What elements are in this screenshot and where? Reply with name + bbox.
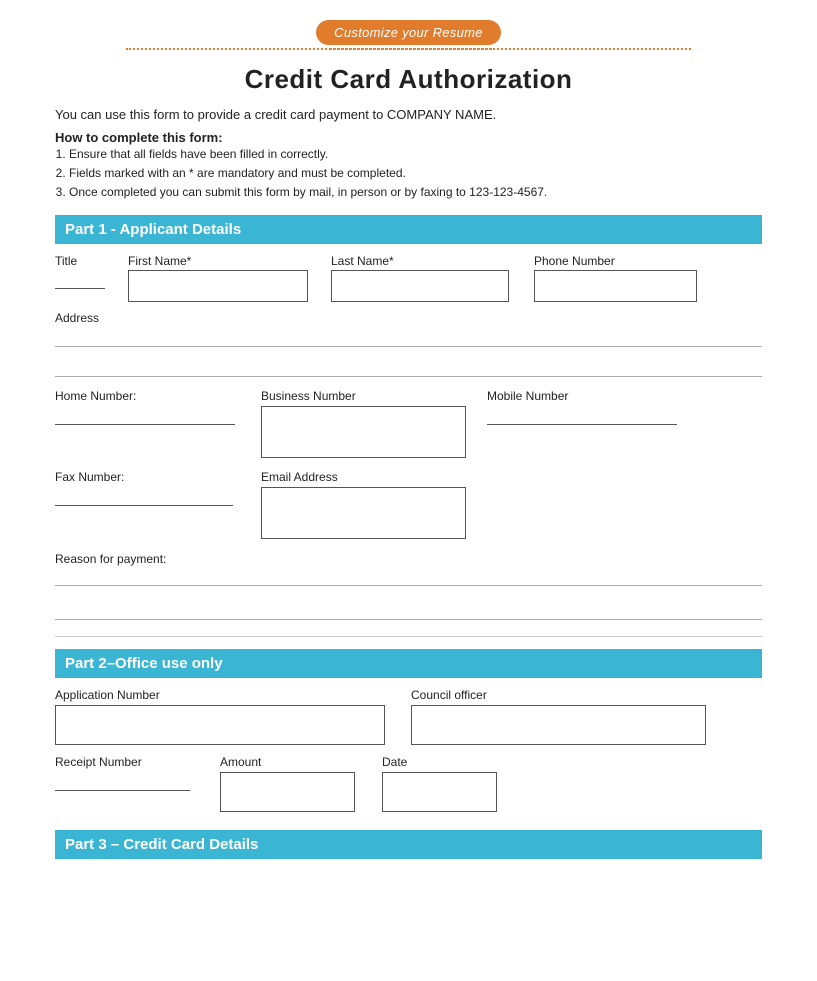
fax-label: Fax Number: <box>55 470 245 484</box>
name-row: Title First Name* Last Name* Phone Numbe… <box>55 254 762 302</box>
lastname-input[interactable] <box>331 270 509 302</box>
fax-input[interactable] <box>55 487 233 506</box>
home-label: Home Number: <box>55 389 245 403</box>
address-area: Address <box>55 310 762 377</box>
amount-input[interactable] <box>220 772 355 812</box>
receipt-input[interactable] <box>55 772 190 791</box>
business-input[interactable] <box>261 406 466 458</box>
title-input[interactable] <box>55 270 105 289</box>
page: Customize your Resume Credit Card Author… <box>0 0 817 981</box>
how-to-step-2: Fields marked with an * are mandatory an… <box>69 164 762 183</box>
phone-input[interactable] <box>534 270 697 302</box>
part3-header: Part 3 – Credit Card Details <box>55 830 762 859</box>
receipt-label: Receipt Number <box>55 755 200 769</box>
phone-label: Phone Number <box>534 254 709 268</box>
address-lines <box>55 325 762 377</box>
amount-group: Amount <box>220 755 370 812</box>
appnum-label: Application Number <box>55 688 395 702</box>
council-input[interactable] <box>411 705 706 745</box>
appnum-group: Application Number <box>55 688 395 745</box>
how-to-list: Ensure that all fields have been filled … <box>69 145 762 203</box>
how-to-step-1: Ensure that all fields have been filled … <box>69 145 762 164</box>
mobile-group: Mobile Number <box>487 389 687 425</box>
part2-header: Part 2–Office use only <box>55 649 762 678</box>
customize-resume-button[interactable]: Customize your Resume <box>316 20 501 45</box>
receipt-group: Receipt Number <box>55 755 200 791</box>
business-group: Business Number <box>261 389 471 458</box>
home-input[interactable] <box>55 406 235 425</box>
part2-row1: Application Number Council officer <box>55 688 762 745</box>
part2-row2: Receipt Number Amount Date <box>55 755 762 812</box>
date-group: Date <box>382 755 512 812</box>
amount-label: Amount <box>220 755 370 769</box>
fax-group: Fax Number: <box>55 470 245 506</box>
firstname-group: First Name* <box>128 254 313 302</box>
business-label: Business Number <box>261 389 471 403</box>
reason-section: Reason for payment: <box>55 551 762 620</box>
email-label: Email Address <box>261 470 471 484</box>
how-to-heading: How to complete this form: <box>55 130 762 145</box>
date-input[interactable] <box>382 772 497 812</box>
mobile-label: Mobile Number <box>487 389 687 403</box>
council-label: Council officer <box>411 688 711 702</box>
reason-lines <box>55 566 762 620</box>
reason-label: Reason for payment: <box>55 552 166 566</box>
how-to-section: How to complete this form: Ensure that a… <box>55 130 762 203</box>
address-line-1 <box>55 325 762 347</box>
mobile-input[interactable] <box>487 406 677 425</box>
how-to-step-3: Once completed you can submit this form … <box>69 183 762 202</box>
firstname-input[interactable] <box>128 270 308 302</box>
separator <box>55 636 762 637</box>
title-group: Title <box>55 254 110 289</box>
lastname-label: Last Name* <box>331 254 516 268</box>
address-label: Address <box>55 311 99 325</box>
contact-row-1: Home Number: Business Number Mobile Numb… <box>55 389 762 458</box>
email-input[interactable] <box>261 487 466 539</box>
part1-header: Part 1 - Applicant Details <box>55 215 762 244</box>
contact-row-2: Fax Number: Email Address <box>55 470 762 539</box>
council-group: Council officer <box>411 688 711 745</box>
date-label: Date <box>382 755 512 769</box>
address-line-2 <box>55 355 762 377</box>
reason-line-1 <box>55 566 762 586</box>
intro-text: You can use this form to provide a credi… <box>55 107 762 122</box>
page-title: Credit Card Authorization <box>55 64 762 95</box>
customize-button-wrap: Customize your Resume <box>55 20 762 50</box>
firstname-label: First Name* <box>128 254 313 268</box>
appnum-input[interactable] <box>55 705 385 745</box>
reason-line-2 <box>55 600 762 620</box>
email-group: Email Address <box>261 470 471 539</box>
title-label: Title <box>55 254 110 268</box>
home-group: Home Number: <box>55 389 245 425</box>
phone-group: Phone Number <box>534 254 709 302</box>
lastname-group: Last Name* <box>331 254 516 302</box>
